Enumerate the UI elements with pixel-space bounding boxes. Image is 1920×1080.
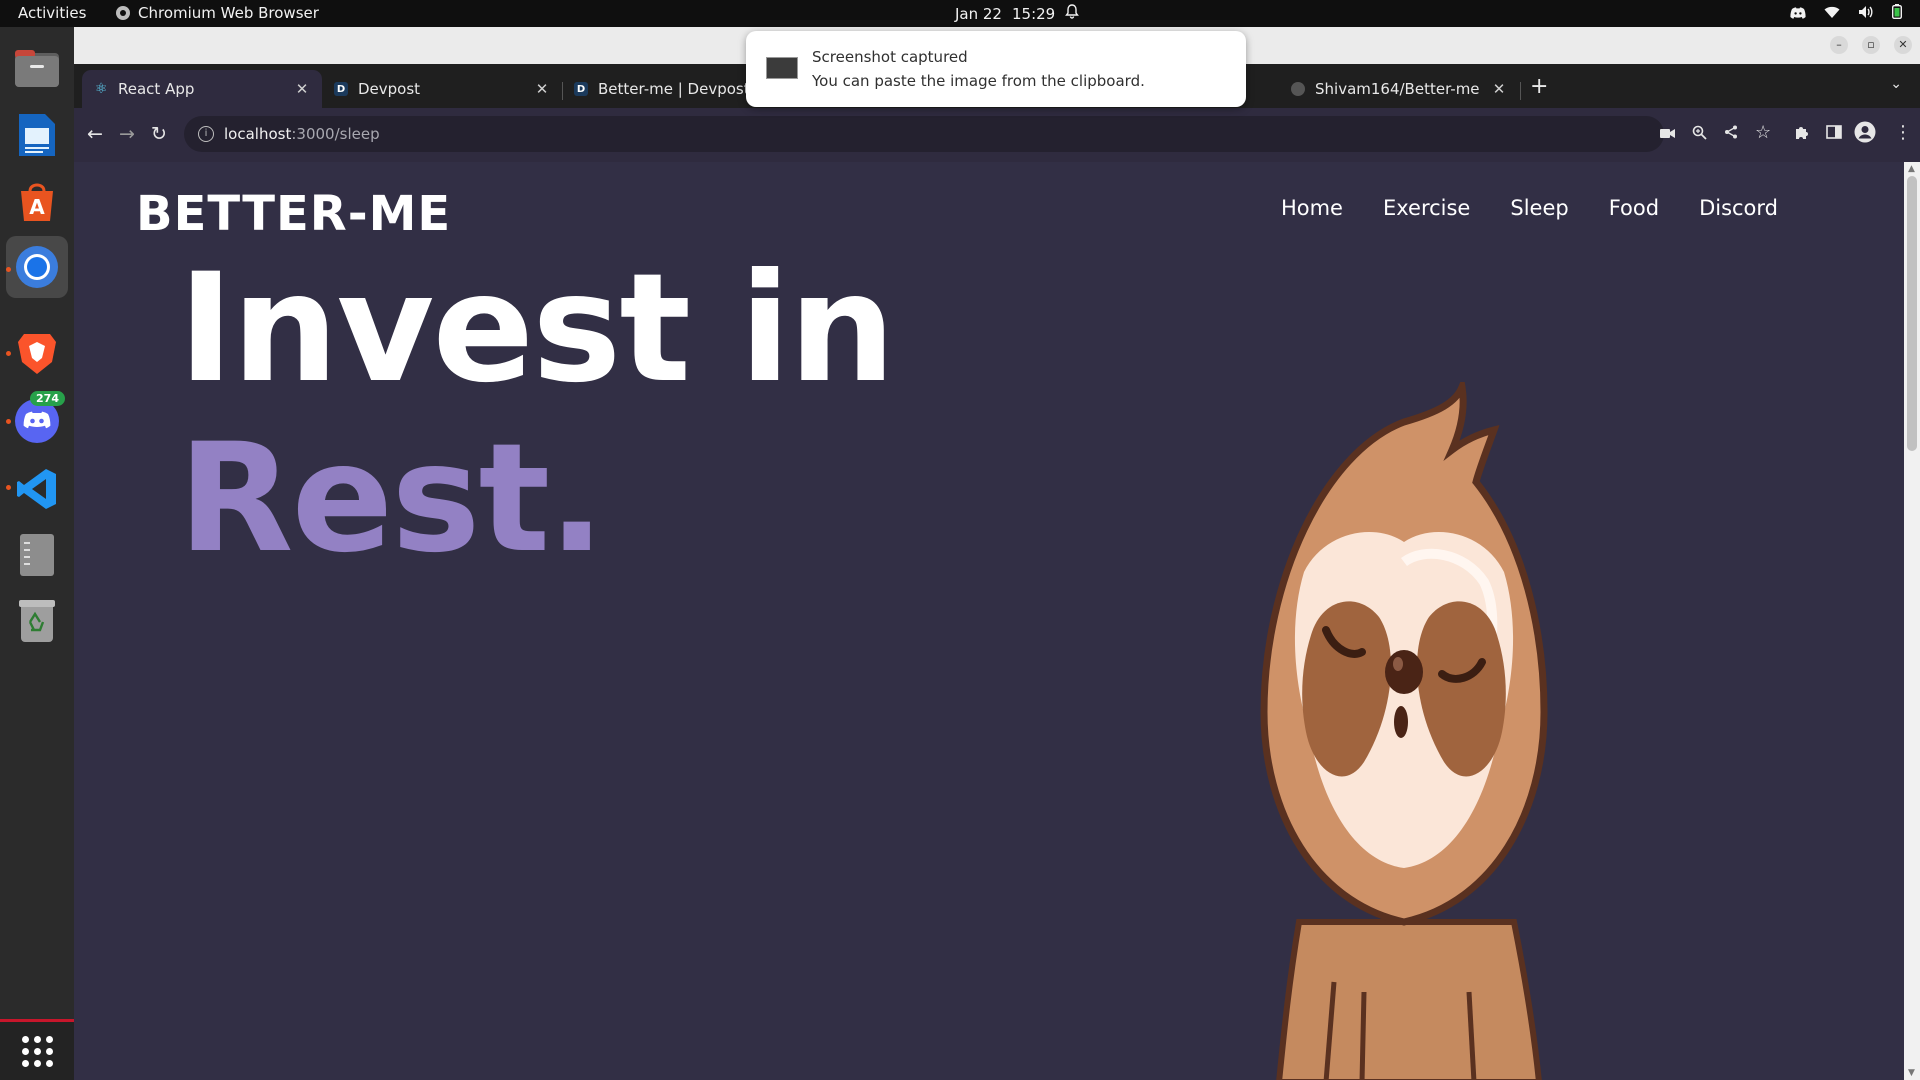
profile-avatar-icon[interactable] (1854, 121, 1876, 147)
back-arrow-icon[interactable]: ← (84, 123, 106, 145)
chromium-icon (116, 6, 130, 20)
dock-files[interactable] (13, 45, 61, 93)
screenshot-thumbnail-icon (766, 57, 798, 79)
tab-label: Shivam164/Better-me (1315, 80, 1480, 98)
scroll-up-arrow-icon[interactable]: ▲ (1908, 164, 1915, 174)
running-indicator (6, 267, 11, 272)
clock-time: 15:29 (1011, 4, 1056, 23)
hero-heading-line1: Invest in (178, 242, 896, 416)
tab-devpost[interactable]: D Devpost ✕ (322, 70, 562, 108)
running-indicator (6, 485, 11, 490)
web-page: BETTER-ME Home Exercise Sleep Food Disco… (74, 162, 1904, 1080)
hero-heading-line2: Rest. (178, 412, 605, 586)
devpost-icon: D (334, 82, 348, 96)
tab-separator (1520, 82, 1521, 100)
tab-react-app[interactable]: ⚛ React App ✕ (82, 70, 322, 108)
close-tab-icon[interactable]: ✕ (294, 80, 310, 98)
extensions-icon[interactable] (1794, 124, 1810, 144)
maximize-button[interactable]: ▫ (1862, 36, 1880, 54)
dock-chromium[interactable] (6, 236, 68, 298)
close-tab-icon[interactable]: ✕ (1491, 80, 1507, 98)
vscode-icon (17, 469, 56, 509)
text-editor-icon (20, 534, 54, 576)
tab-label: Devpost (358, 80, 421, 98)
close-window-button[interactable]: ✕ (1894, 36, 1912, 54)
reload-icon[interactable]: ↻ (148, 123, 170, 145)
dock-discord[interactable]: 274 (13, 391, 65, 445)
kebab-menu-icon[interactable]: ⋮ (1894, 122, 1912, 143)
zoom-icon[interactable] (1692, 125, 1707, 144)
clock-date: Jan 22 (955, 4, 1002, 23)
show-applications-button[interactable] (0, 1019, 74, 1080)
chromium-icon (16, 246, 58, 288)
nav-link-exercise[interactable]: Exercise (1383, 196, 1470, 220)
url-path: :3000/sleep (291, 125, 380, 143)
running-indicator (6, 351, 11, 356)
battery-icon[interactable] (1891, 4, 1903, 23)
activities-button[interactable]: Activities (18, 4, 86, 22)
dock-software[interactable]: A (13, 177, 61, 225)
gnome-top-bar: Activities Chromium Web Browser Jan 22 1… (0, 0, 1920, 27)
folder-icon (15, 50, 59, 87)
close-tab-icon[interactable]: ✕ (534, 80, 550, 98)
sleeping-sloth-illustration (1260, 382, 1548, 1080)
discord-tray-icon[interactable] (1790, 5, 1806, 23)
app-store-icon: A (21, 183, 53, 221)
forward-arrow-icon[interactable]: → (116, 123, 138, 145)
github-icon (1291, 82, 1305, 96)
nav-link-food[interactable]: Food (1609, 196, 1659, 220)
devpost-icon: D (574, 82, 588, 96)
browser-toolbar: ← → ↻ i localhost:3000/sleep ☆ ⋮ (74, 108, 1920, 163)
document-icon (19, 114, 55, 156)
site-info-icon[interactable]: i (198, 126, 214, 142)
ubuntu-dock: A 274 (0, 27, 75, 1080)
clock[interactable]: Jan 22 15:29 (955, 4, 1080, 23)
minimize-button[interactable]: – (1830, 36, 1848, 54)
url-host: localhost (224, 125, 292, 143)
tab-label: React App (118, 80, 195, 98)
dock-writer[interactable] (13, 111, 61, 159)
camera-icon[interactable] (1660, 125, 1675, 143)
share-icon[interactable] (1724, 125, 1738, 143)
scroll-down-arrow-icon[interactable]: ▼ (1908, 1068, 1915, 1078)
page-scrollbar[interactable]: ▲ ▼ (1904, 162, 1920, 1080)
system-tray[interactable] (1790, 4, 1903, 23)
nav-link-discord[interactable]: Discord (1699, 196, 1778, 220)
react-icon: ⚛ (94, 81, 108, 97)
notification-title: Screenshot captured (812, 48, 968, 66)
site-logo[interactable]: BETTER-ME (136, 186, 451, 242)
scrollbar-thumb[interactable] (1907, 176, 1917, 451)
svg-text:A: A (29, 195, 45, 219)
site-nav: Home Exercise Sleep Food Discord (1281, 196, 1778, 220)
browser-window: – ▫ ✕ ⚛ React App ✕ D Devpost ✕ D Better… (74, 27, 1920, 1080)
dock-brave[interactable] (13, 329, 61, 377)
discord-unread-badge: 274 (30, 391, 65, 406)
new-tab-icon[interactable]: + (1530, 74, 1548, 99)
app-menu-label: Chromium Web Browser (138, 4, 319, 22)
running-indicator (6, 419, 11, 424)
volume-icon[interactable] (1858, 5, 1874, 23)
app-menu[interactable]: Chromium Web Browser (116, 4, 319, 22)
side-panel-icon[interactable] (1826, 124, 1842, 144)
bell-icon (1065, 4, 1080, 23)
nav-link-sleep[interactable]: Sleep (1510, 196, 1568, 220)
brave-icon (18, 334, 56, 374)
wifi-icon[interactable] (1824, 5, 1840, 23)
address-bar[interactable]: i localhost:3000/sleep (184, 116, 1664, 152)
trash-icon (19, 600, 55, 642)
bookmark-star-icon[interactable]: ☆ (1755, 122, 1771, 143)
nav-link-home[interactable]: Home (1281, 196, 1343, 220)
tab-github-repo[interactable]: Shivam164/Better-me ✕ (1279, 70, 1519, 108)
dock-text-editor[interactable] (13, 531, 61, 579)
dock-trash[interactable] (13, 597, 61, 645)
screenshot-notification[interactable]: Screenshot captured You can paste the im… (746, 31, 1246, 107)
notification-body: You can paste the image from the clipboa… (812, 72, 1145, 90)
tab-search-chevron-icon[interactable]: ⌄ (1890, 76, 1902, 92)
app-grid-icon (21, 1035, 53, 1067)
dock-vscode[interactable] (13, 465, 61, 513)
